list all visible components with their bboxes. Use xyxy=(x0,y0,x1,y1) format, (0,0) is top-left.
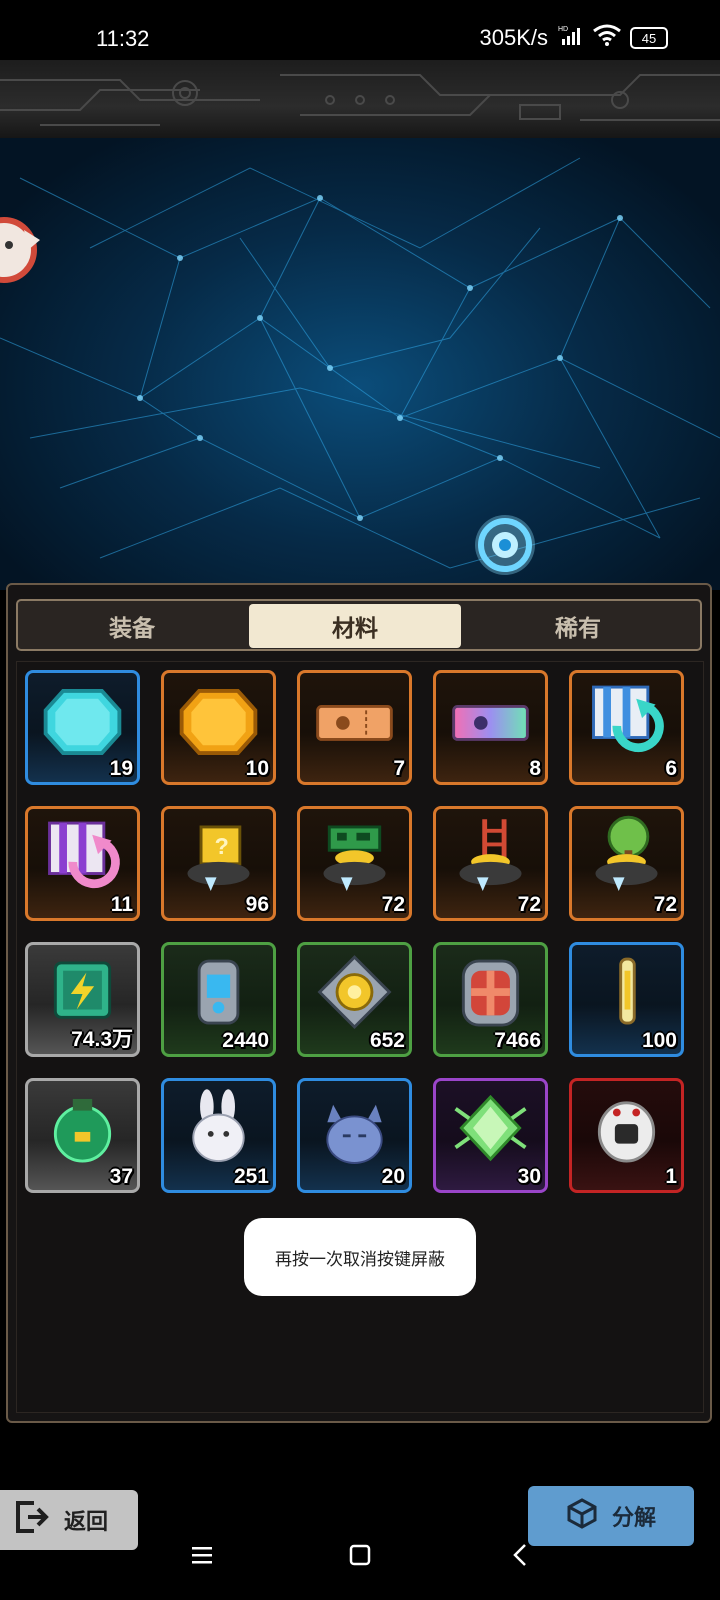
net-speed: 305K/s xyxy=(479,25,549,50)
item-slot[interactable]: 8 xyxy=(433,670,548,785)
battery-icon: 45 xyxy=(630,27,668,49)
item-count: 30 xyxy=(517,1165,541,1188)
item-slot[interactable]: 10 xyxy=(161,670,276,785)
item-count: 11 xyxy=(110,893,133,916)
item-slot[interactable]: 2440 xyxy=(161,942,276,1057)
item-slot[interactable]: 74.3万 xyxy=(25,942,140,1057)
item-slot[interactable]: 72 xyxy=(569,806,684,921)
menu-icon[interactable] xyxy=(190,1535,214,1575)
toast-message: 再按一次取消按键屏蔽 xyxy=(244,1218,476,1296)
item-slot[interactable]: 7 xyxy=(297,670,412,785)
item-count: 7 xyxy=(393,757,405,780)
system-nav-bar xyxy=(0,1535,720,1575)
item-count: 6 xyxy=(665,757,677,780)
item-slot[interactable]: 20 xyxy=(297,1078,412,1193)
cube-icon xyxy=(566,1497,598,1535)
svg-text:?: ? xyxy=(215,833,229,859)
item-count: 652 xyxy=(369,1029,405,1052)
item-count: 251 xyxy=(233,1165,269,1188)
svg-text:HD: HD xyxy=(558,26,568,33)
item-slot[interactable]: 6 xyxy=(569,670,684,785)
status-bar: 11:32 305K/s HD 45 xyxy=(0,0,720,60)
item-grid: 19 10 7 8 6 11 ? 96 72 72 72 74.3万 2440 … xyxy=(16,661,704,1413)
decompose-label: 分解 xyxy=(611,1505,656,1530)
item-count: 20 xyxy=(381,1165,405,1188)
item-count: 96 xyxy=(245,893,269,916)
inventory-panel: 装备 材料 稀有 19 10 7 8 6 11 ? 96 72 72 72 74… xyxy=(6,583,712,1423)
tab-equipment[interactable]: 装备 xyxy=(26,604,238,648)
item-slot[interactable]: 652 xyxy=(297,942,412,1057)
home-icon[interactable] xyxy=(348,1535,372,1575)
item-slot[interactable]: 7466 xyxy=(433,942,548,1057)
item-slot[interactable]: 100 xyxy=(569,942,684,1057)
item-count: 8 xyxy=(529,757,541,780)
item-count: 100 xyxy=(641,1029,677,1052)
item-count: 37 xyxy=(109,1165,133,1188)
status-right: 305K/s HD 45 xyxy=(479,24,668,52)
item-count: 1 xyxy=(665,1165,677,1188)
item-slot[interactable]: 72 xyxy=(297,806,412,921)
item-count: 72 xyxy=(517,893,541,916)
inventory-tabs: 装备 材料 稀有 xyxy=(16,599,702,651)
portal-icon xyxy=(470,510,540,580)
back-nav-icon[interactable] xyxy=(510,1535,530,1575)
item-count: 19 xyxy=(109,757,133,780)
wifi-icon xyxy=(592,24,622,52)
item-slot[interactable]: 11 xyxy=(25,806,140,921)
item-count: 74.3万 xyxy=(71,1028,133,1051)
network-background xyxy=(0,138,720,590)
tab-rare[interactable]: 稀有 xyxy=(472,604,684,648)
item-slot[interactable]: 19 xyxy=(25,670,140,785)
circuit-header xyxy=(0,60,720,140)
signal-icon: HD xyxy=(558,24,584,52)
side-character-icon[interactable] xyxy=(0,210,44,290)
item-slot[interactable]: 30 xyxy=(433,1078,548,1193)
item-slot[interactable]: 37 xyxy=(25,1078,140,1193)
tab-materials[interactable]: 材料 xyxy=(249,604,461,648)
item-count: 72 xyxy=(381,893,405,916)
back-label: 返回 xyxy=(64,1509,109,1534)
item-slot[interactable]: 72 xyxy=(433,806,548,921)
item-count: 2440 xyxy=(222,1029,269,1052)
item-slot[interactable]: 1 xyxy=(569,1078,684,1193)
item-count: 10 xyxy=(245,757,269,780)
status-time: 11:32 xyxy=(96,26,150,51)
item-count: 72 xyxy=(653,893,677,916)
item-count: 7466 xyxy=(494,1029,541,1052)
item-slot[interactable]: ? 96 xyxy=(161,806,276,921)
item-slot[interactable]: 251 xyxy=(161,1078,276,1193)
